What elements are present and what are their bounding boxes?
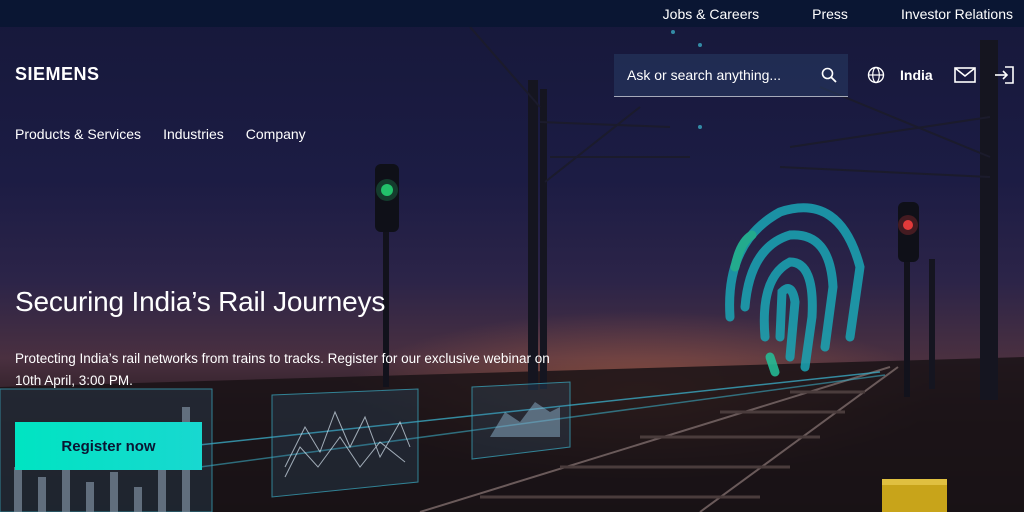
globe-icon[interactable] (867, 66, 885, 84)
jobs-careers-link[interactable]: Jobs & Careers (663, 6, 759, 22)
search-bar[interactable] (614, 54, 848, 97)
investor-relations-link[interactable]: Investor Relations (901, 6, 1013, 22)
hero-title: Securing India’s Rail Journeys (15, 286, 386, 317)
hero-description: Protecting India’s rail networks from tr… (15, 351, 550, 388)
utility-bar: Jobs & Careers Press Investor Relations (0, 0, 1024, 27)
main-navigation: Products & Services Industries Company (15, 126, 306, 142)
page: Jobs & Careers Press Investor Relations … (0, 0, 1024, 512)
nav-company[interactable]: Company (246, 126, 306, 142)
login-icon[interactable] (994, 66, 1014, 84)
mail-icon[interactable] (954, 66, 976, 84)
search-input[interactable] (627, 67, 820, 83)
search-icon[interactable] (820, 66, 838, 84)
nav-products-services[interactable]: Products & Services (15, 126, 141, 142)
siemens-logo[interactable]: SIEMENS (15, 64, 100, 85)
nav-industries[interactable]: Industries (163, 126, 224, 142)
country-selector[interactable]: India (900, 67, 933, 83)
register-now-button[interactable]: Register now (15, 422, 202, 470)
press-link[interactable]: Press (812, 6, 848, 22)
